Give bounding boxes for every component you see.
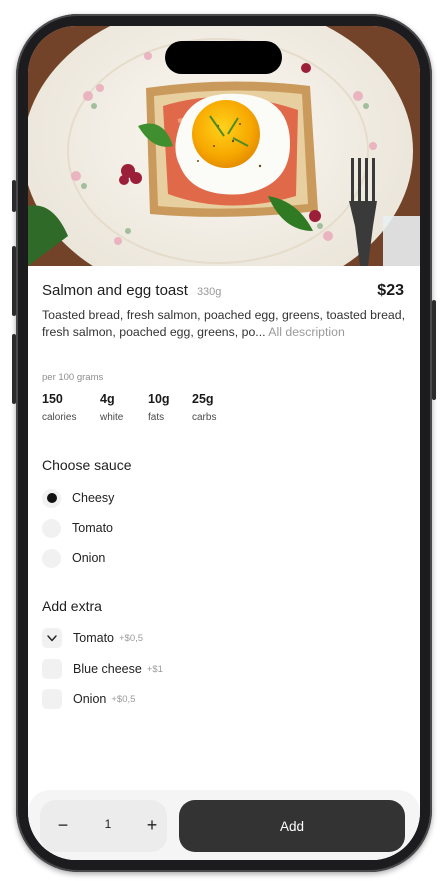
extra-option-blue-cheese[interactable]: Blue cheese +$1 [42,659,163,679]
nutrition-protein: 4g white [100,392,123,423]
nutrition-label: fats [148,412,165,423]
sauce-option-label: Cheesy [72,491,115,505]
product-name: Salmon and egg toast [42,282,188,299]
volume-up-button [12,246,16,316]
extra-option-onion[interactable]: Onion +$0,5 [42,689,135,709]
add-to-cart-button[interactable]: Add [179,800,405,852]
sauce-option-onion[interactable]: Onion [42,548,105,568]
product-weight: 330g [196,286,222,298]
extra-option-label: Blue cheese [73,662,142,676]
volume-down-button [12,334,16,404]
extra-option-price: +$0,5 [111,693,136,705]
nutrition-value: 4g [100,392,115,406]
product-header: Salmon and egg toast 330g $23 [42,282,404,306]
checkbox-checked[interactable] [42,628,62,648]
power-button [432,300,436,400]
sauce-option-label: Tomato [72,521,113,535]
checkbox[interactable] [42,689,62,709]
radio-icon[interactable] [42,518,61,538]
checkbox[interactable] [42,659,62,679]
description-text: Toasted bread, fresh salmon, poached egg… [42,308,405,339]
extra-option-price: +$0,5 [119,632,144,644]
sauce-option-label: Onion [72,551,106,565]
increase-quantity-button[interactable]: + [141,814,163,836]
sauce-section-title: Choose sauce [42,457,132,473]
radio-selected-icon[interactable] [42,488,61,508]
nutrition-fats: 10g fats [148,392,170,423]
app-screen: Salmon and egg toast 330g $23 Toasted bre… [28,26,420,860]
extras-section-title: Add extra [42,598,102,614]
product-price: $23 [377,282,404,299]
nutrition-label: calories [42,412,77,423]
nutrition-carbs: 25g carbs [192,392,216,423]
nutrition-label: white [100,412,124,423]
quantity-stepper: − 1 + [40,800,167,852]
product-description: Toasted bread, fresh salmon, poached egg… [42,307,406,341]
nutrition-caption: per 100 grams [42,372,104,383]
decrease-quantity-button[interactable]: − [52,814,74,836]
bottom-action-bar: − 1 + Add [28,790,420,860]
sauce-option-cheesy[interactable]: Cheesy [42,488,114,508]
all-description-link[interactable]: All description [268,325,345,339]
extra-option-label: Tomato [73,631,114,645]
extra-option-tomato[interactable]: Tomato +$0,5 [42,628,143,648]
extra-option-label: Onion [73,692,107,706]
nutrition-label: carbs [192,412,217,423]
nutrition-value: 10g [148,392,170,406]
check-icon [47,635,57,642]
nutrition-calories: 150 calories [42,392,76,423]
nutrition-value: 150 [42,392,63,406]
extra-option-price: +$1 [146,663,163,675]
mute-switch [12,180,16,212]
radio-icon[interactable] [42,548,61,568]
sauce-option-tomato[interactable]: Tomato [42,518,113,538]
nutrition-value: 25g [192,392,214,406]
dynamic-island [165,41,282,74]
quantity-value: 1 [104,817,112,831]
